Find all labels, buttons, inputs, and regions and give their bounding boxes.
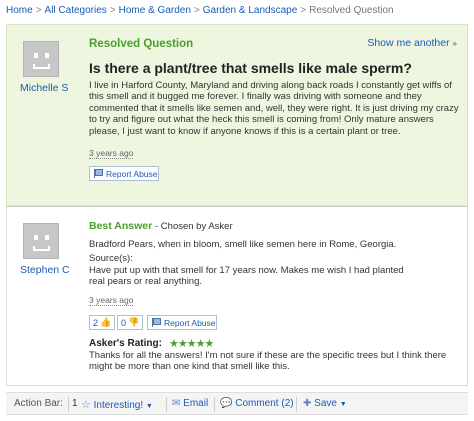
breadcrumb-home[interactable]: Home bbox=[6, 5, 33, 16]
avatar-eye bbox=[45, 235, 49, 240]
breadcrumb-separator: > bbox=[109, 5, 116, 16]
report-abuse-label: Report Abuse bbox=[106, 168, 158, 179]
report-abuse-label: Report Abuse bbox=[164, 317, 216, 328]
best-answer-header: Best Answer - Chosen by Asker bbox=[89, 220, 233, 232]
avatar-mouth bbox=[33, 64, 50, 69]
breadcrumb-separator: > bbox=[300, 5, 307, 16]
action-bar-divider bbox=[214, 397, 215, 412]
breadcrumb-separator: > bbox=[35, 5, 42, 16]
thumbs-down-icon: 👎 bbox=[128, 317, 140, 327]
askers-rating-comment: Thanks for all the answers! I'm not sure… bbox=[89, 350, 447, 373]
chevron-right-icon: » bbox=[452, 39, 457, 48]
show-me-another-link[interactable]: Show me another » bbox=[367, 37, 457, 49]
action-bar-divider bbox=[296, 397, 297, 412]
flag-icon bbox=[93, 169, 103, 178]
question-title: Is there a plant/tree that smells like m… bbox=[89, 60, 412, 76]
breadcrumb-separator: > bbox=[193, 5, 200, 16]
email-label: Email bbox=[183, 398, 209, 409]
show-me-another-label: Show me another bbox=[367, 37, 450, 49]
save-button[interactable]: ✚ Save ▼ bbox=[303, 398, 347, 409]
thumbs-up-icon: 👍 bbox=[100, 317, 112, 327]
avatar-eye bbox=[34, 235, 38, 240]
asker-avatar[interactable] bbox=[23, 41, 59, 77]
star-icon: ☆ bbox=[81, 399, 91, 411]
thumbs-up-count: 2 bbox=[93, 317, 99, 328]
answer-timestamp: 3 years ago bbox=[89, 295, 134, 306]
question-timestamp: 3 years ago bbox=[89, 148, 134, 159]
envelope-icon: ✉ bbox=[172, 398, 181, 409]
breadcrumb-garden-landscape[interactable]: Garden & Landscape bbox=[203, 5, 298, 16]
avatar-eye bbox=[34, 53, 38, 58]
answer-body: Bradford Pears, when in bloom, smell lik… bbox=[89, 239, 397, 250]
answerer-name[interactable]: Stephen C bbox=[20, 264, 70, 276]
best-answer-label: Best Answer bbox=[89, 220, 153, 232]
email-button[interactable]: ✉ Email bbox=[172, 398, 208, 409]
thumbs-down-count: 0 bbox=[121, 317, 127, 328]
breadcrumb-all-categories[interactable]: All Categories bbox=[45, 5, 107, 16]
chevron-down-icon: ▼ bbox=[339, 401, 347, 408]
save-label: Save bbox=[314, 398, 337, 409]
answerer-avatar[interactable] bbox=[23, 223, 59, 259]
comment-label: Comment (2) bbox=[235, 398, 294, 409]
avatar-eye bbox=[45, 53, 49, 58]
question-panel: Michelle S Resolved Question Show me ano… bbox=[6, 24, 468, 206]
asker-name[interactable]: Michelle S bbox=[20, 82, 68, 94]
best-answer-panel: Stephen C Best Answer - Chosen by Asker … bbox=[6, 206, 468, 386]
thumbs-up-button[interactable]: 2 👍 bbox=[89, 315, 116, 330]
report-abuse-button[interactable]: Report Abuse bbox=[89, 166, 159, 181]
interesting-button[interactable]: ☆ Interesting! ▼ bbox=[81, 398, 153, 411]
breadcrumb-current: Resolved Question bbox=[309, 5, 394, 16]
comment-icon: 💬 bbox=[220, 398, 233, 409]
rating-stars: ★★★★★ bbox=[169, 338, 214, 350]
chosen-by-asker: - Chosen by Asker bbox=[155, 221, 233, 232]
interesting-label: Interesting! bbox=[93, 400, 144, 411]
resolved-question-label: Resolved Question bbox=[89, 38, 194, 50]
interesting-count: 1 bbox=[72, 398, 78, 409]
action-bar-label: Action Bar: bbox=[14, 398, 63, 409]
action-bar-divider bbox=[166, 397, 167, 412]
answer-report-abuse-button[interactable]: Report Abuse bbox=[147, 315, 217, 330]
avatar-mouth bbox=[33, 246, 50, 251]
thumbs-down-button[interactable]: 0 👎 bbox=[117, 315, 144, 330]
breadcrumb-home-garden[interactable]: Home & Garden bbox=[119, 5, 191, 16]
breadcrumb: Home > All Categories > Home & Garden > Garden… bbox=[6, 5, 394, 19]
question-body: I live in Harford County, Maryland and d… bbox=[89, 80, 459, 137]
flag-icon bbox=[151, 318, 161, 327]
sources-label: Source(s): bbox=[89, 253, 133, 264]
sources-text: Have put up with that smell for 17 years… bbox=[89, 265, 404, 288]
comment-button[interactable]: 💬 Comment (2) bbox=[220, 398, 294, 409]
chevron-down-icon: ▼ bbox=[145, 403, 153, 410]
action-bar-divider bbox=[68, 397, 69, 412]
plus-icon: ✚ bbox=[303, 398, 312, 409]
askers-rating-label: Asker's Rating: bbox=[89, 338, 162, 349]
action-bar: Action Bar: 1 ☆ Interesting! ▼ ✉ Email 💬… bbox=[6, 392, 468, 415]
